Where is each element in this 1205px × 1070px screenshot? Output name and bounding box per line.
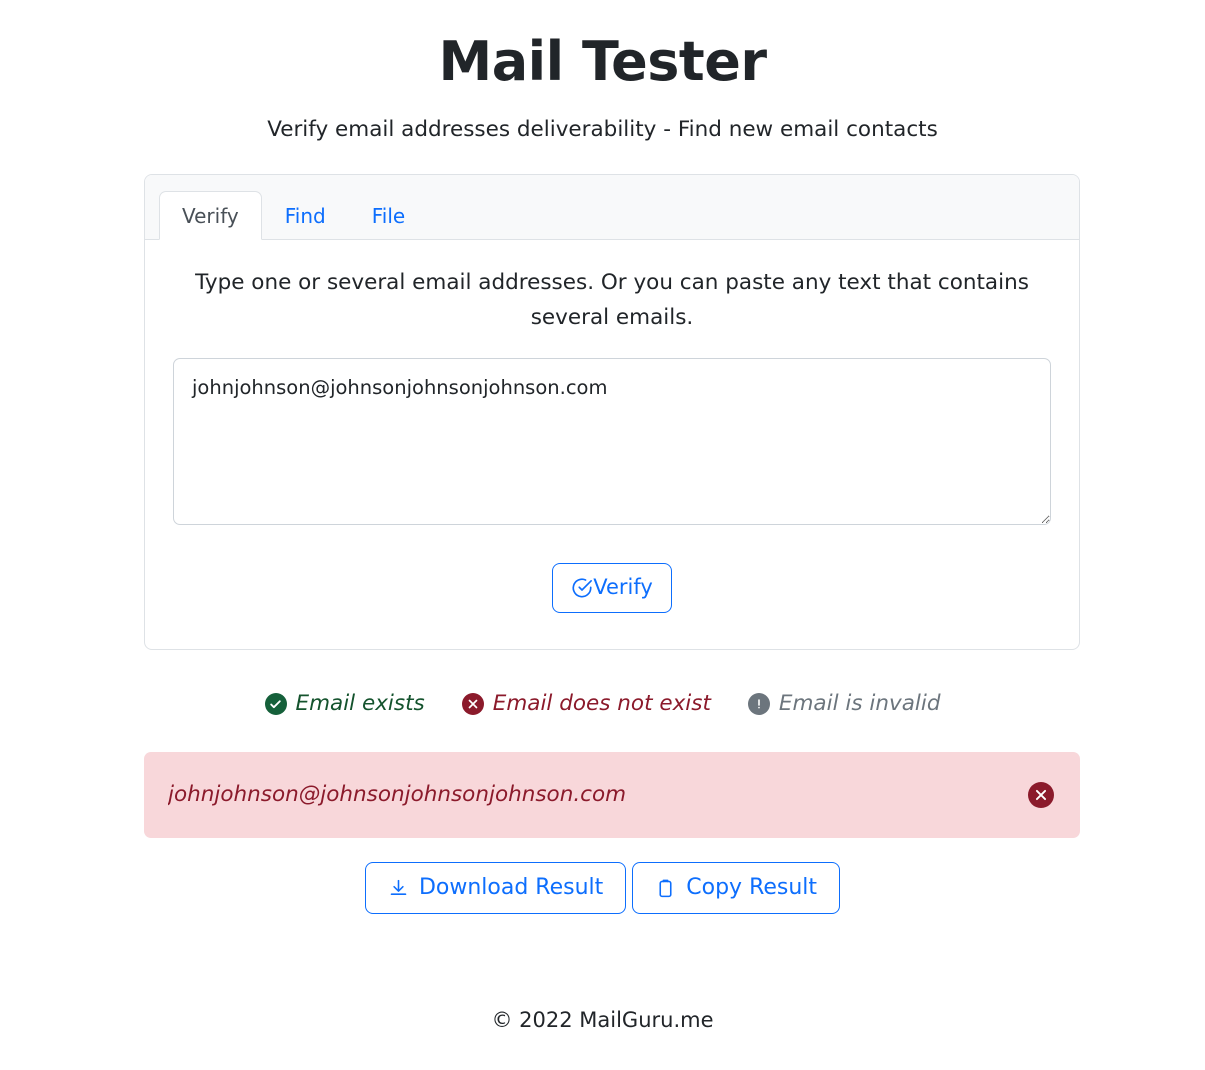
check-circle-icon: [264, 693, 287, 715]
mail-tester-page: Mail Tester Verify email addresses deliv…: [0, 0, 1205, 1070]
verify-panel: Type one or several email addresses. Or …: [145, 240, 1079, 649]
footer: © 2022 MailGuru.me: [0, 1008, 1205, 1033]
status-legend: Email exists Email does not exist Email …: [0, 693, 1205, 715]
download-result-label: Download Result: [418, 875, 604, 900]
result-actions: Download Result Copy Result: [0, 862, 1205, 914]
result-email: johnjohnson@johnsonjohnsonjohnson.com: [168, 782, 627, 808]
exclamation-circle-icon: [747, 693, 770, 715]
legend-item-email-is-invalid: Email is invalid: [747, 691, 941, 717]
legend-item-email-does-not-exist: Email does not exist: [461, 691, 711, 717]
circle-check-icon: [571, 577, 593, 599]
tab-file[interactable]: File: [349, 191, 428, 240]
verify-card: Verify Find File Type one or several ema…: [144, 174, 1080, 650]
copyright-text: © 2022 MailGuru.me: [491, 1008, 714, 1032]
email-input[interactable]: [173, 357, 1051, 525]
tab-find[interactable]: Find: [262, 191, 349, 240]
clipboard-icon: [655, 878, 676, 899]
copy-result-label: Copy Result: [686, 875, 818, 900]
legend-label-email-does-not-exist: Email does not exist: [492, 691, 711, 717]
x-circle-icon: [461, 693, 484, 715]
page-title: Mail Tester: [438, 30, 768, 93]
page-subtitle: Verify email addresses deliverability - …: [267, 117, 938, 143]
download-result-button[interactable]: Download Result: [364, 862, 627, 914]
verify-button[interactable]: Verify: [552, 562, 672, 613]
result-row: johnjohnson@johnsonjohnsonjohnson.com: [144, 752, 1080, 838]
tab-bar: Verify Find File: [145, 175, 1079, 240]
legend-item-email-exists: Email exists: [264, 691, 425, 717]
verify-button-row: Verify: [173, 562, 1051, 613]
tab-verify[interactable]: Verify: [159, 191, 262, 240]
verify-button-label: Verify: [593, 575, 653, 600]
email-input-wrapper: [173, 357, 1051, 525]
instructions-text: Type one or several email addresses. Or …: [195, 270, 1029, 330]
legend-label-email-is-invalid: Email is invalid: [778, 691, 941, 717]
x-circle-icon[interactable]: [1028, 782, 1054, 808]
copy-result-button[interactable]: Copy Result: [632, 862, 841, 914]
download-icon: [388, 878, 409, 899]
results-list: johnjohnson@johnsonjohnsonjohnson.com: [144, 752, 1080, 838]
legend-label-email-exists: Email exists: [295, 691, 425, 717]
